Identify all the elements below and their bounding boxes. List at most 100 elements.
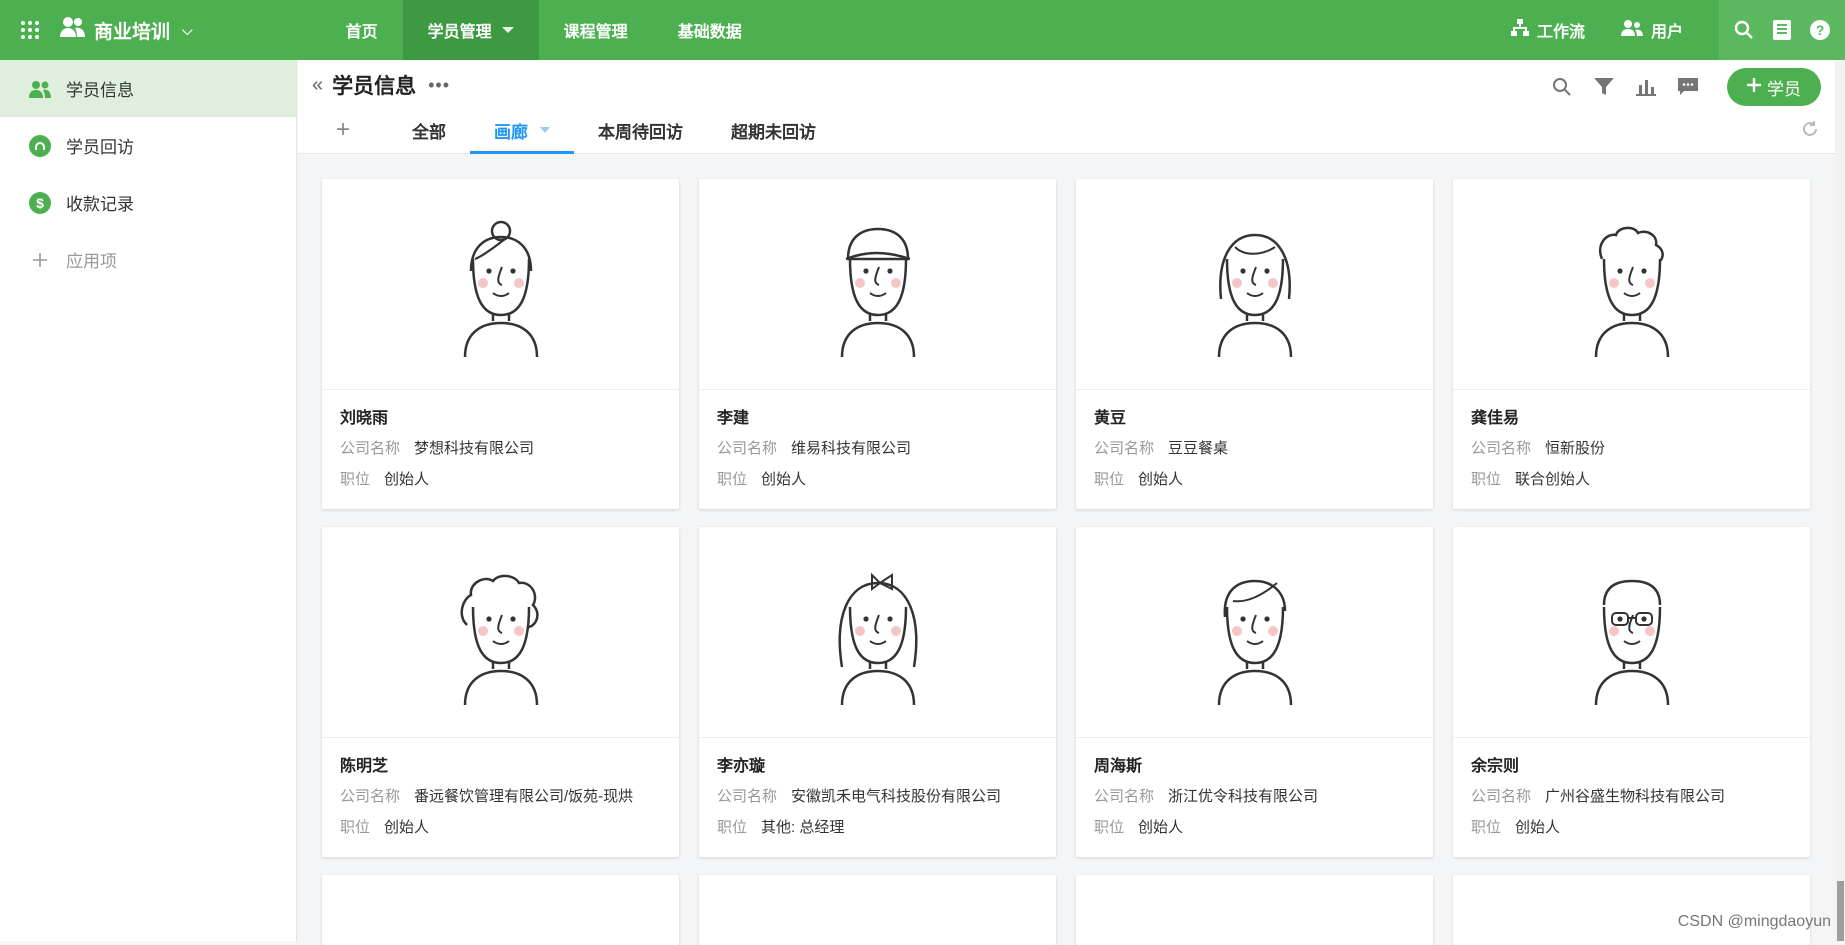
collapse-sidebar-icon[interactable]: «	[312, 74, 320, 97]
student-card[interactable]: 余宗则公司名称广州谷盛生物科技有限公司职位创始人	[1453, 527, 1810, 857]
filter-icon[interactable]	[1583, 70, 1625, 104]
statistics-icon[interactable]	[1625, 70, 1667, 104]
company-value: 浙江优令科技有限公司	[1168, 788, 1318, 805]
student-card[interactable]	[1453, 875, 1810, 945]
tab-visit-this-week[interactable]: 本周待回访	[574, 106, 707, 154]
add-student-label: 学员	[1767, 75, 1801, 100]
tab-label: 画廊	[494, 118, 528, 143]
users-button[interactable]: 用户	[1603, 0, 1701, 60]
scrollbar-thumb[interactable]	[1837, 881, 1844, 941]
position-value: 联合创始人	[1515, 471, 1590, 488]
card-info: 黄豆公司名称豆豆餐桌职位创始人	[1076, 390, 1433, 488]
student-avatar	[699, 179, 1056, 390]
student-avatar	[1076, 527, 1433, 738]
nav-basic-data[interactable]: 基础数据	[653, 0, 767, 60]
view-tabs: + 全部 画廊 本周待回访 超期未回访	[298, 106, 840, 154]
position-label: 职位	[1094, 819, 1124, 836]
student-card[interactable]: 陈明芝公司名称番远餐饮管理有限公司/饭苑-现烘职位创始人	[322, 527, 679, 857]
company-label: 公司名称	[717, 788, 777, 805]
nav-label: 首页	[346, 18, 378, 42]
app-logo-icon	[60, 16, 86, 44]
position-label: 职位	[717, 471, 747, 488]
student-card[interactable]: 周海斯公司名称浙江优令科技有限公司职位创始人	[1076, 527, 1433, 857]
student-card[interactable]: 黄豆公司名称豆豆餐桌职位创始人	[1076, 179, 1433, 509]
company-row: 公司名称浙江优令科技有限公司	[1094, 785, 1415, 805]
caret-down-icon	[540, 127, 550, 133]
student-card[interactable]: 刘晓雨公司名称梦想科技有限公司职位创始人	[322, 179, 679, 509]
nav-label: 学员管理	[428, 18, 492, 42]
scrollbar[interactable]	[1835, 60, 1845, 941]
tab-gallery[interactable]: 画廊	[470, 106, 574, 154]
help-icon[interactable]: ?	[1801, 0, 1839, 60]
nav-label: 基础数据	[678, 18, 742, 42]
add-view-button[interactable]: +	[298, 106, 388, 154]
company-row: 公司名称广州谷盛生物科技有限公司	[1471, 785, 1792, 805]
add-student-button[interactable]: 学员	[1727, 68, 1821, 106]
company-value: 豆豆餐桌	[1168, 440, 1228, 457]
users-icon	[1621, 20, 1643, 41]
sidebar-item-label: 收款记录	[66, 190, 134, 215]
nav-home[interactable]: 首页	[321, 0, 403, 60]
student-name: 龚佳易	[1471, 404, 1792, 426]
plus-icon	[28, 248, 52, 272]
nav-course-management[interactable]: 课程管理	[539, 0, 653, 60]
title-row: « 学员信息 •••	[312, 70, 450, 100]
student-name: 李亦璇	[717, 752, 1038, 774]
tab-overdue-visit[interactable]: 超期未回访	[707, 106, 840, 154]
student-name: 陈明芝	[340, 752, 661, 774]
search-icon[interactable]	[1541, 70, 1583, 104]
headset-icon	[28, 134, 52, 158]
sidebar-item-student-visit[interactable]: 学员回访	[0, 117, 296, 174]
student-name: 黄豆	[1094, 404, 1415, 426]
workflow-button[interactable]: 工作流	[1493, 0, 1603, 60]
sidebar-item-label: 学员信息	[66, 76, 134, 101]
position-row: 职位创始人	[1094, 816, 1415, 836]
discussion-icon[interactable]	[1667, 70, 1709, 104]
position-label: 职位	[1471, 819, 1501, 836]
sidebar: 学员信息 学员回访 $ 收款记录 应用项	[0, 60, 297, 941]
company-value: 维易科技有限公司	[791, 440, 911, 457]
tab-label: 全部	[412, 118, 446, 143]
card-info: 余宗则公司名称广州谷盛生物科技有限公司职位创始人	[1453, 738, 1810, 836]
company-value: 广州谷盛生物科技有限公司	[1545, 788, 1725, 805]
global-search-icon[interactable]	[1725, 0, 1763, 60]
users-label: 用户	[1651, 18, 1683, 42]
student-card[interactable]	[322, 875, 679, 945]
nav-student-management[interactable]: 学员管理	[403, 0, 539, 60]
student-card[interactable]	[699, 875, 1056, 945]
tab-label: 本周待回访	[598, 118, 683, 143]
sidebar-item-student-info[interactable]: 学员信息	[0, 60, 296, 117]
student-name: 余宗则	[1471, 752, 1792, 774]
notes-icon[interactable]	[1763, 0, 1801, 60]
sidebar-item-payment-records[interactable]: $ 收款记录	[0, 174, 296, 231]
position-value: 创始人	[1515, 819, 1560, 836]
company-label: 公司名称	[1094, 440, 1154, 457]
student-card[interactable]: 李建公司名称维易科技有限公司职位创始人	[699, 179, 1056, 509]
student-avatar	[322, 527, 679, 738]
plus-icon	[1747, 77, 1761, 97]
apps-grid-icon[interactable]	[0, 0, 60, 60]
position-value: 创始人	[384, 819, 429, 836]
position-row: 职位创始人	[1094, 468, 1415, 488]
card-info: 李亦璇公司名称安徽凯禾电气科技股份有限公司职位其他: 总经理	[699, 738, 1056, 836]
position-label: 职位	[717, 819, 747, 836]
app-switcher[interactable]: 商业培训 ⌵	[60, 0, 213, 60]
top-tools: ?	[1719, 0, 1845, 60]
dollar-icon: $	[28, 191, 52, 215]
chevron-down-icon: ⌵	[182, 22, 193, 39]
sidebar-item-label: 学员回访	[66, 133, 134, 158]
student-card[interactable]: 李亦璇公司名称安徽凯禾电气科技股份有限公司职位其他: 总经理	[699, 527, 1056, 857]
position-label: 职位	[340, 471, 370, 488]
top-bar: 商业培训 ⌵ 首页 学员管理 课程管理 基础数据 工作流 用户	[0, 0, 1845, 60]
sidebar-add-app-item[interactable]: 应用项	[0, 231, 296, 288]
company-row: 公司名称维易科技有限公司	[717, 437, 1038, 457]
more-options-icon[interactable]: •••	[428, 75, 450, 96]
student-card[interactable]: 龚佳易公司名称恒新股份职位联合创始人	[1453, 179, 1810, 509]
student-card[interactable]	[1076, 875, 1433, 945]
position-row: 职位创始人	[717, 468, 1038, 488]
refresh-icon[interactable]	[1801, 120, 1819, 143]
student-avatar	[1453, 527, 1810, 738]
tab-all[interactable]: 全部	[388, 106, 470, 154]
student-avatar	[1453, 179, 1810, 390]
position-row: 职位联合创始人	[1471, 468, 1792, 488]
